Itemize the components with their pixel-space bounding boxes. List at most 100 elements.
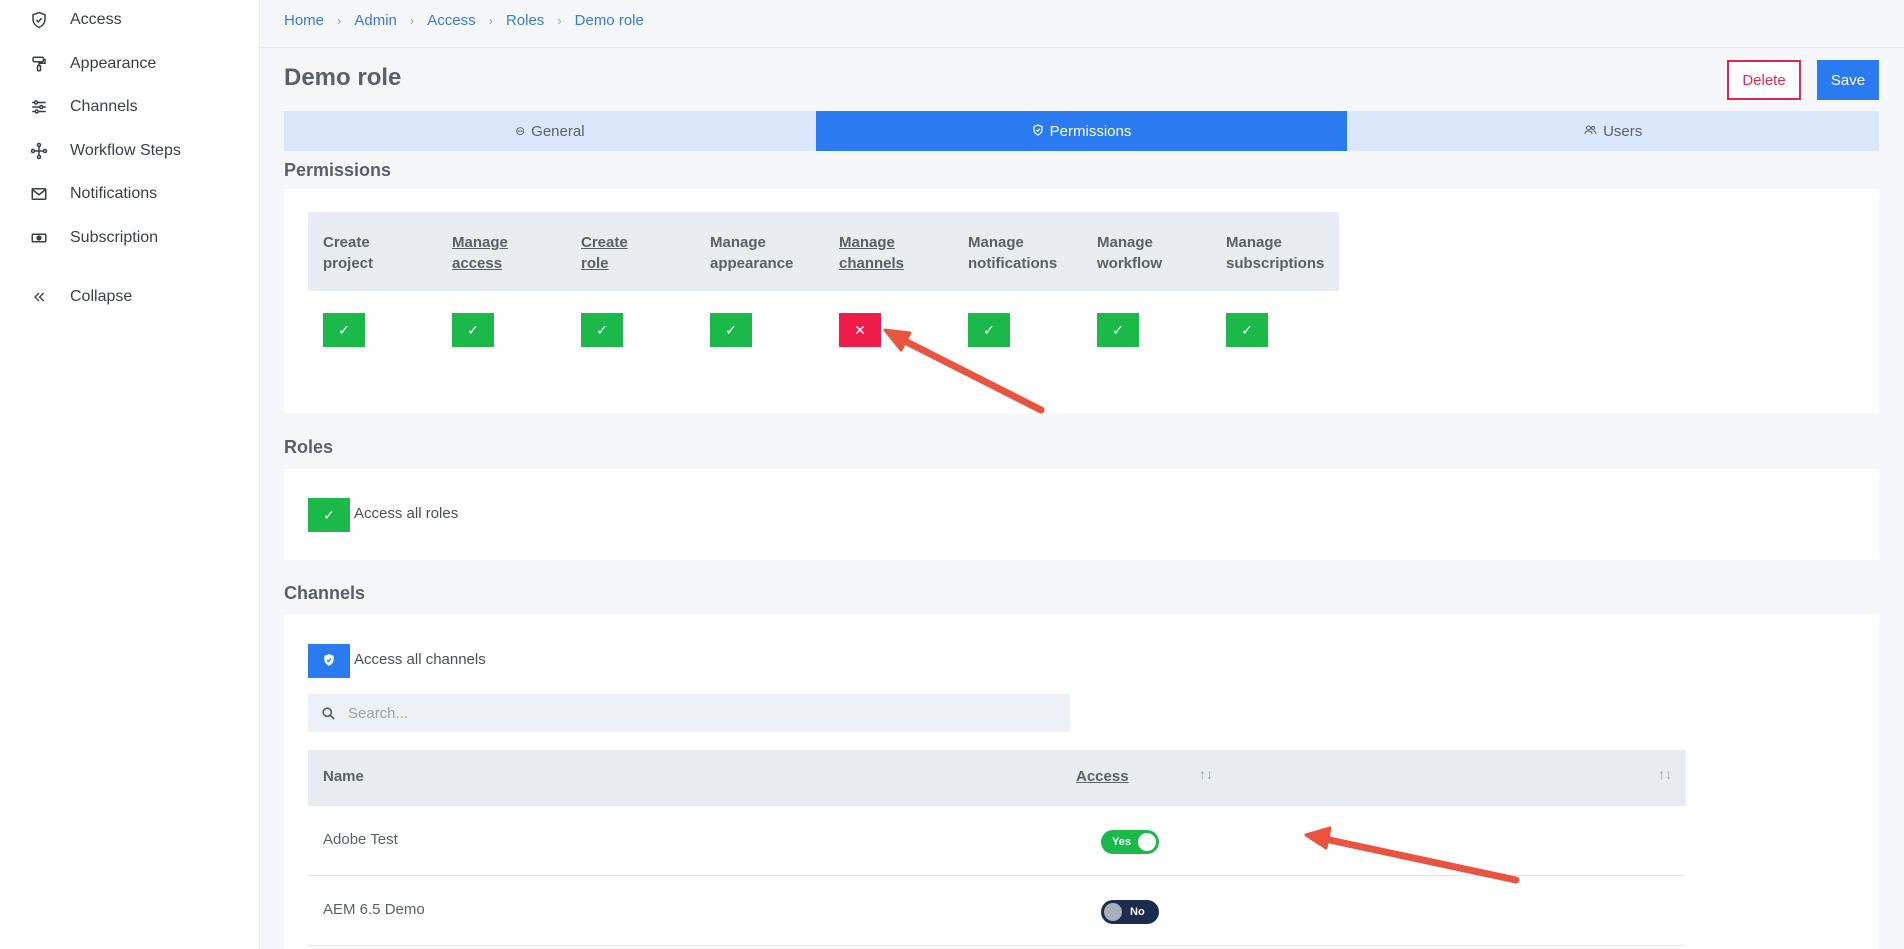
access-toggle[interactable]: No bbox=[1101, 900, 1159, 924]
table-row: AEM 6.5 Demo No bbox=[308, 876, 1686, 946]
sidebar-item-label: Workflow Steps bbox=[70, 142, 181, 159]
sidebar-item-label: Appearance bbox=[70, 55, 157, 72]
channels-card: Access all channels Name ↑↓ Access ↑↓ Ad… bbox=[284, 614, 1879, 949]
paint-roller-icon bbox=[28, 53, 50, 75]
sort-icon[interactable]: ↑↓ bbox=[1658, 766, 1672, 782]
toggle-label: No bbox=[1130, 906, 1145, 918]
search-field[interactable] bbox=[308, 694, 1070, 732]
shield-icon bbox=[322, 653, 336, 670]
tab-users[interactable]: Users bbox=[1347, 111, 1880, 151]
tab-label: Permissions bbox=[1049, 122, 1132, 140]
permissions-card: Create project Manage access Create role Ma… bbox=[284, 189, 1879, 413]
chevrons-left-icon bbox=[28, 286, 50, 308]
chevron-right-icon: › bbox=[557, 13, 562, 28]
channel-name: Adobe Test bbox=[323, 831, 398, 848]
tab-label: Users bbox=[1603, 122, 1643, 140]
sidebar-item-label: Access bbox=[70, 11, 122, 28]
column-header: Create project bbox=[323, 234, 374, 272]
sidebar-item-workflow-steps[interactable]: Workflow Steps bbox=[28, 139, 181, 163]
breadcrumb-current[interactable]: Demo role bbox=[575, 12, 644, 29]
check-icon: ✓ bbox=[467, 321, 479, 338]
divider bbox=[261, 47, 1904, 48]
sidebar-item-label: Subscription bbox=[70, 229, 159, 246]
tab-permissions[interactable]: Permissions bbox=[815, 111, 1348, 151]
check-icon: ✓ bbox=[338, 321, 350, 338]
sidebar-item-channels[interactable]: Channels bbox=[28, 95, 138, 119]
create-role-checkbox[interactable]: ✓ bbox=[581, 313, 623, 347]
manage-appearance-checkbox[interactable]: ✓ bbox=[710, 313, 752, 347]
minus-circle-icon: ⊖ bbox=[515, 124, 526, 138]
workflow-icon bbox=[28, 140, 50, 162]
permissions-heading: Permissions bbox=[284, 160, 392, 180]
create-project-checkbox[interactable]: ✓ bbox=[323, 313, 365, 347]
tab-label: General bbox=[531, 122, 585, 140]
money-icon bbox=[28, 227, 50, 249]
sort-icon[interactable]: ↑↓ bbox=[1199, 766, 1213, 782]
shield-check-icon bbox=[28, 9, 50, 31]
access-all-roles-label: Access all roles bbox=[354, 505, 459, 522]
page-title: Demo role bbox=[284, 64, 402, 91]
channel-name: AEM 6.5 Demo bbox=[323, 901, 425, 918]
envelope-icon bbox=[28, 183, 50, 205]
roles-card: ✓ Access all roles bbox=[284, 469, 1879, 560]
roles-heading: Roles bbox=[284, 437, 334, 457]
collapse-label: Collapse bbox=[70, 288, 133, 305]
manage-access-checkbox[interactable]: ✓ bbox=[452, 313, 494, 347]
chevron-right-icon: › bbox=[488, 13, 493, 28]
tab-general[interactable]: ⊖ General bbox=[284, 111, 816, 151]
toggle-knob bbox=[1104, 903, 1122, 921]
users-icon bbox=[1584, 124, 1597, 139]
breadcrumb-roles[interactable]: Roles bbox=[506, 12, 544, 29]
sliders-icon bbox=[28, 96, 50, 118]
sidebar-item-notifications[interactable]: Notifications bbox=[28, 182, 157, 206]
column-header: Manage subscriptions bbox=[1226, 234, 1325, 272]
permissions-table-header: Create project Manage access Create role Ma… bbox=[308, 212, 1339, 291]
toggle-knob bbox=[1138, 833, 1156, 851]
chevron-right-icon: › bbox=[409, 13, 415, 28]
manage-notifications-checkbox[interactable]: ✓ bbox=[968, 313, 1010, 347]
column-header[interactable]: Manage channels bbox=[839, 232, 904, 274]
breadcrumb: Home › Admin › Access › Roles › Demo rol… bbox=[284, 12, 644, 29]
access-toggle[interactable]: Yes bbox=[1101, 830, 1159, 854]
column-header-name[interactable]: Name bbox=[323, 768, 364, 785]
channels-heading: Channels bbox=[284, 583, 366, 603]
column-header[interactable]: Create role bbox=[581, 232, 628, 274]
sidebar: Access Appearance Channels Workflow Step… bbox=[0, 0, 260, 949]
delete-button[interactable]: Delete bbox=[1727, 60, 1801, 100]
collapse-button[interactable]: Collapse bbox=[28, 285, 132, 309]
manage-workflow-checkbox[interactable]: ✓ bbox=[1097, 313, 1139, 347]
table-row: Adobe Test Yes bbox=[308, 806, 1686, 876]
check-icon: ✓ bbox=[725, 321, 737, 338]
access-all-roles-checkbox[interactable]: ✓ bbox=[308, 498, 350, 532]
breadcrumb-admin[interactable]: Admin bbox=[354, 12, 397, 29]
manage-channels-checkbox[interactable]: ✕ bbox=[839, 313, 881, 347]
breadcrumb-access[interactable]: Access bbox=[427, 12, 475, 29]
column-header[interactable]: Manage access bbox=[452, 232, 508, 274]
channels-table-header: Name ↑↓ Access ↑↓ bbox=[308, 750, 1686, 806]
column-header-access[interactable]: Access bbox=[1076, 768, 1129, 785]
search-icon bbox=[308, 706, 348, 721]
sidebar-item-label: Notifications bbox=[70, 185, 158, 202]
chevron-right-icon: › bbox=[337, 13, 342, 28]
breadcrumb-home[interactable]: Home bbox=[284, 12, 324, 29]
access-all-channels-label: Access all channels bbox=[354, 651, 486, 668]
check-icon: ✓ bbox=[1241, 321, 1253, 338]
sidebar-item-appearance[interactable]: Appearance bbox=[28, 52, 156, 76]
column-header: Manage workflow bbox=[1097, 234, 1163, 272]
sidebar-item-label: Channels bbox=[70, 98, 138, 115]
check-icon: ✓ bbox=[983, 321, 995, 338]
sidebar-item-access[interactable]: Access bbox=[28, 8, 122, 32]
main-content: Home › Admin › Access › Roles › Demo rol… bbox=[261, 0, 1904, 949]
tab-bar: ⊖ General Permissions Users bbox=[284, 111, 1880, 151]
toggle-label: Yes bbox=[1112, 836, 1131, 848]
save-button[interactable]: Save bbox=[1817, 60, 1879, 100]
search-input[interactable] bbox=[348, 704, 1048, 722]
column-header: Manage appearance bbox=[710, 234, 794, 272]
access-all-channels-button[interactable] bbox=[308, 644, 350, 678]
sidebar-item-subscription[interactable]: Subscription bbox=[28, 226, 158, 250]
check-icon: ✓ bbox=[596, 321, 608, 338]
column-header: Manage notifications bbox=[968, 234, 1058, 272]
check-icon: ✓ bbox=[1112, 321, 1124, 338]
check-icon: ✓ bbox=[323, 506, 335, 523]
manage-subscriptions-checkbox[interactable]: ✓ bbox=[1226, 313, 1268, 347]
